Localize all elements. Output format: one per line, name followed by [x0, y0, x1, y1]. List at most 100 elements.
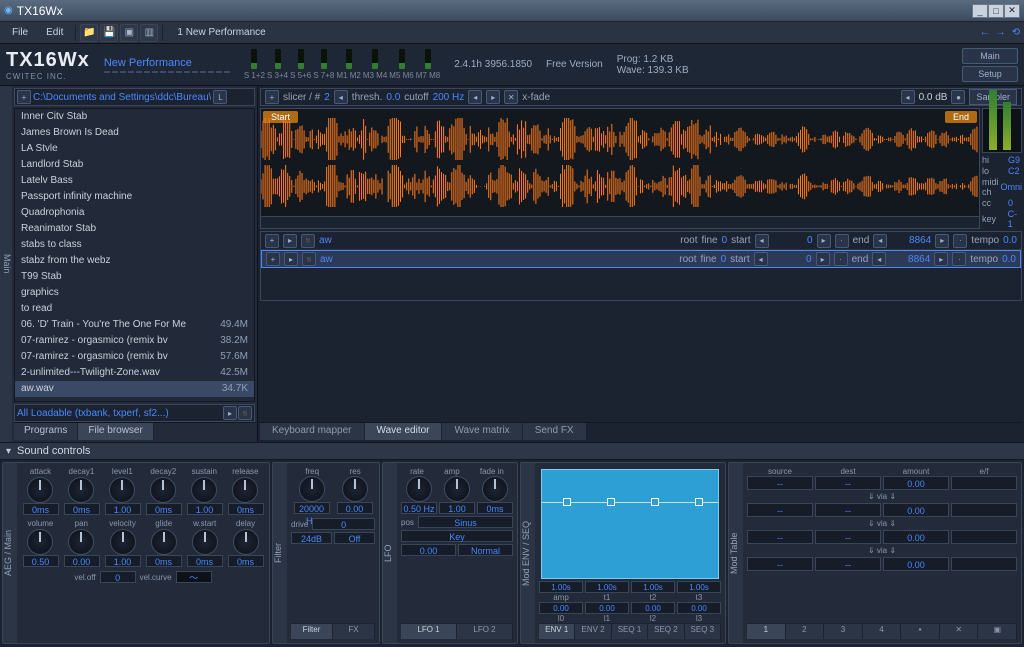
knob-value[interactable]: 0.00: [64, 555, 100, 567]
knob[interactable]: [68, 529, 94, 555]
file-row[interactable]: T99 Stab: [15, 269, 254, 285]
file-row[interactable]: graphics: [15, 285, 254, 301]
knob-value[interactable]: 1.00: [439, 502, 475, 514]
main-button[interactable]: Main: [962, 48, 1018, 64]
setup-button[interactable]: Setup: [962, 66, 1018, 82]
waveform-view[interactable]: Start End: [260, 108, 980, 229]
slicer-expand-icon[interactable]: +: [265, 90, 279, 104]
vel-curve[interactable]: ～: [176, 571, 212, 583]
file-row[interactable]: LA Stvle: [15, 141, 254, 157]
knob[interactable]: [27, 529, 53, 555]
cutoff-dec-icon[interactable]: ◂: [468, 90, 482, 104]
file-row[interactable]: Passport infinity machine: [15, 189, 254, 205]
slicer-btn1[interactable]: ◂: [334, 90, 348, 104]
knob[interactable]: [342, 476, 368, 502]
knob[interactable]: [191, 477, 217, 503]
lfo-fadein[interactable]: 0.00: [401, 544, 456, 556]
path-menu-icon[interactable]: L: [213, 90, 227, 104]
editor-tab[interactable]: Wave editor: [365, 423, 443, 440]
file-row[interactable]: 2-unlimited---Twilight-Zone.wav42.5M: [15, 365, 254, 381]
file-row[interactable]: Reanimator Stab: [15, 221, 254, 237]
knob[interactable]: [406, 476, 432, 502]
xfade-toggle-icon[interactable]: ◂: [901, 90, 915, 104]
current-path[interactable]: C:\Documents and Settings\ddc\Bureau\: [33, 92, 211, 103]
main-side-tab[interactable]: Main: [0, 86, 12, 442]
file-row[interactable]: Inner Citv Stab: [15, 109, 254, 125]
file-row[interactable]: 07-ramirez - orgasmico (remix bv38.2M: [15, 333, 254, 349]
hi-note[interactable]: G9: [1008, 155, 1020, 165]
file-row[interactable]: to read: [15, 301, 254, 317]
file-row[interactable]: Quadrophonia: [15, 205, 254, 221]
editor-tab[interactable]: Wave matrix: [442, 423, 522, 440]
drive-value[interactable]: 0: [312, 518, 375, 530]
file-row[interactable]: Latelv Bass: [15, 173, 254, 189]
prev-perf-icon[interactable]: ←: [980, 27, 990, 38]
save-icon[interactable]: 💾: [100, 24, 118, 42]
slice-btn[interactable]: ✕: [504, 90, 518, 104]
knob-value[interactable]: 1.00: [105, 503, 141, 515]
thresh-value[interactable]: 0.0: [386, 92, 400, 103]
perf-name[interactable]: New Performance: [104, 57, 230, 69]
maximize-button[interactable]: □: [988, 4, 1004, 18]
envelope-display[interactable]: [541, 469, 719, 579]
file-row[interactable]: aw.wav34.7K: [15, 381, 254, 397]
knob[interactable]: [109, 477, 135, 503]
knob-value[interactable]: 0.50: [23, 555, 59, 567]
knob-value[interactable]: 1.00: [187, 503, 223, 515]
slice-row[interactable]: +▸◾awrootfine0start◂0▸·end◂8864▸·tempo0.…: [261, 250, 1021, 268]
file-row[interactable]: stabz from the webz: [15, 253, 254, 269]
knob-value[interactable]: 20000 Hz: [294, 502, 330, 514]
filter-stop-icon[interactable]: ◾: [238, 406, 252, 420]
file-filter[interactable]: All Loadable (txbank, txperf, sf2...): [17, 408, 169, 419]
file-row[interactable]: James Brown Is Dead: [15, 125, 254, 141]
browser-tab[interactable]: File browser: [78, 423, 153, 440]
knob[interactable]: [233, 529, 259, 555]
next-perf-icon[interactable]: →: [996, 27, 1006, 38]
file-row[interactable]: Landlord Stab: [15, 157, 254, 173]
knob-value[interactable]: 0ms: [23, 503, 59, 515]
knob[interactable]: [68, 477, 94, 503]
refresh-icon[interactable]: ⟲: [1012, 27, 1020, 38]
slice-row[interactable]: +▸◾awrootfine0start◂0▸·end◂8864▸·tempo0.…: [261, 232, 1021, 250]
knob[interactable]: [151, 529, 177, 555]
knob[interactable]: [299, 476, 325, 502]
knob[interactable]: [482, 476, 508, 502]
cutoff-inc-icon[interactable]: ▸: [486, 90, 500, 104]
filter-db[interactable]: 24dB: [291, 532, 332, 544]
filter-play-icon[interactable]: ▸: [223, 406, 237, 420]
slicer-count[interactable]: 2: [324, 92, 330, 103]
xfade-value[interactable]: 0.0 dB: [919, 92, 948, 103]
midi-cc[interactable]: 0: [1008, 198, 1013, 208]
menu-file[interactable]: File: [4, 25, 36, 40]
menu-edit[interactable]: Edit: [38, 25, 71, 40]
vel-off-value[interactable]: 0: [100, 571, 136, 583]
save-as-icon[interactable]: ▣: [120, 24, 138, 42]
collapse-icon[interactable]: ▾: [6, 446, 11, 457]
knob[interactable]: [192, 529, 218, 555]
knob[interactable]: [110, 529, 136, 555]
knob-value[interactable]: 0ms: [187, 555, 223, 567]
file-row[interactable]: 06. 'D' Train - You're The One For Me49.…: [15, 317, 254, 333]
knob-value[interactable]: 0.00: [337, 502, 373, 514]
sound-controls-header[interactable]: ▾ Sound controls: [0, 442, 1024, 460]
performance-select[interactable]: 1 New Performance: [167, 25, 275, 40]
knob-value[interactable]: 0ms: [146, 555, 182, 567]
lo-note[interactable]: C2: [1008, 166, 1020, 176]
lfo-key[interactable]: Key: [401, 530, 513, 542]
filter-off[interactable]: Off: [334, 532, 375, 544]
lfo-mode[interactable]: Normal: [458, 544, 513, 556]
knob-value[interactable]: 0ms: [228, 503, 264, 515]
knob[interactable]: [444, 476, 470, 502]
file-list[interactable]: Inner Citv StabJames Brown Is DeadLA Stv…: [14, 108, 255, 402]
knob[interactable]: [150, 477, 176, 503]
knob[interactable]: [27, 477, 53, 503]
knob-value[interactable]: 1.00: [105, 555, 141, 567]
rec-icon[interactable]: ●: [951, 90, 965, 104]
view-icon[interactable]: ▥: [140, 24, 158, 42]
knob-value[interactable]: 0.50 Hz: [401, 502, 437, 514]
file-row[interactable]: 07-ramirez - orgasmico (remix bv57.6M: [15, 349, 254, 365]
knob-value[interactable]: 0ms: [64, 503, 100, 515]
knob-value[interactable]: 0ms: [228, 555, 264, 567]
path-expand-icon[interactable]: +: [17, 90, 31, 104]
cutoff-value[interactable]: 200 Hz: [433, 92, 465, 103]
